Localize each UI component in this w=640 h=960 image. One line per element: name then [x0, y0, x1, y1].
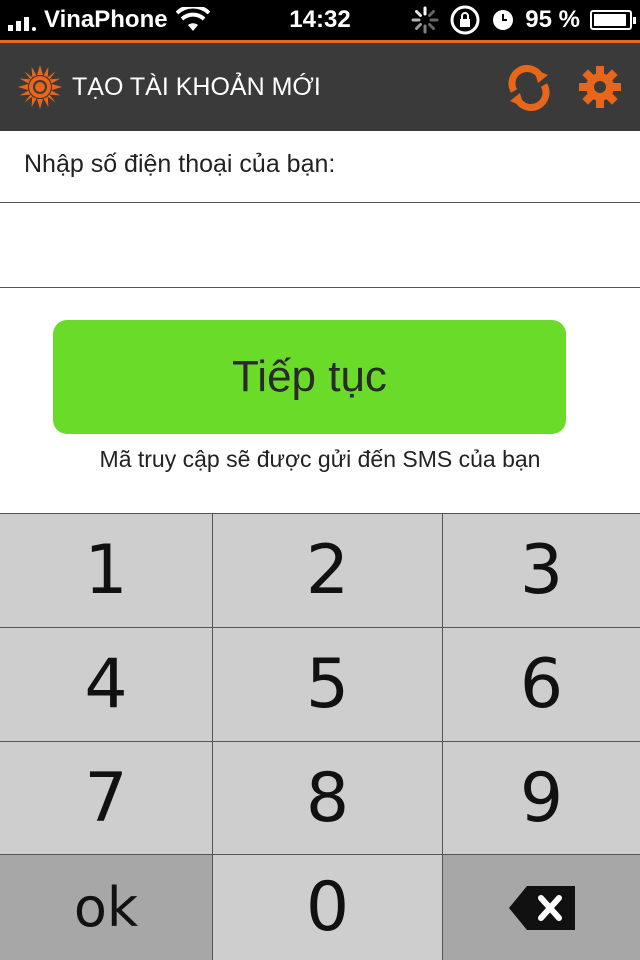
numeric-keypad: 1 2 3 4 5 6 7 8 9 ok 0	[0, 513, 640, 960]
key-5[interactable]: 5	[213, 628, 443, 742]
status-right: 95 %	[411, 0, 636, 40]
sms-hint-text: Mã truy cập sẽ được gửi đến SMS của bạn	[99, 446, 541, 472]
nav-bar: TẠO TÀI KHOẢN MỚI	[0, 43, 640, 131]
key-9[interactable]: 9	[443, 742, 640, 855]
key-3[interactable]: 3	[443, 514, 640, 628]
backspace-key[interactable]	[443, 855, 640, 960]
gear-icon[interactable]	[578, 65, 622, 109]
key-1[interactable]: 1	[0, 514, 213, 628]
key-0[interactable]: 0	[213, 855, 443, 960]
refresh-icon[interactable]	[506, 65, 552, 111]
continue-button[interactable]: Tiếp tục	[53, 320, 566, 434]
key-7[interactable]: 7	[0, 742, 213, 855]
activity-spinner-icon	[411, 6, 439, 34]
key-2[interactable]: 2	[213, 514, 443, 628]
key-6[interactable]: 6	[443, 628, 640, 742]
alarm-clock-icon	[493, 10, 514, 30]
rotation-lock-icon	[450, 5, 480, 35]
battery-percent: 95 %	[525, 6, 580, 33]
sun-logo-icon	[18, 65, 62, 109]
page-title: TẠO TÀI KHOẢN MỚI	[72, 73, 321, 101]
status-bar: VinaPhone 14:32 95 %	[0, 0, 640, 40]
ok-key[interactable]: ok	[0, 855, 213, 960]
backspace-icon	[508, 885, 575, 930]
phone-prompt-label: Nhập số điện thoại của bạn:	[24, 150, 336, 178]
battery-icon	[590, 10, 636, 30]
key-8[interactable]: 8	[213, 742, 443, 855]
phone-number-input[interactable]	[0, 202, 640, 288]
key-4[interactable]: 4	[0, 628, 213, 742]
